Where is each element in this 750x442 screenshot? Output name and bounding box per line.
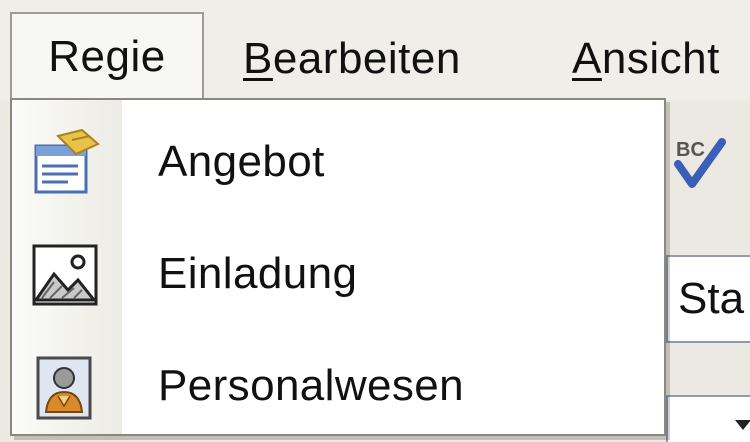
font-combo[interactable] [666, 395, 750, 442]
picture-icon [32, 244, 98, 306]
style-combo-value: Sta [678, 274, 745, 323]
menu-item-label: Einladung [158, 249, 358, 298]
style-combo[interactable]: Sta [666, 255, 750, 343]
menu-ansicht-mnemonic: A [572, 34, 602, 83]
menu-regie-label: Regie [48, 32, 166, 81]
menu-item-einladung[interactable]: Einladung [12, 218, 664, 330]
menu-item-label: Angebot [158, 137, 325, 186]
menu-bearbeiten-rest: earbeiten [272, 34, 461, 83]
application-window: Regie Bearbeiten Ansicht BC Sta Angebot … [0, 0, 750, 442]
person-icon [36, 356, 92, 420]
menu-item-label: Personalwesen [158, 361, 465, 410]
menu-bearbeiten[interactable]: Bearbeiten [243, 18, 461, 100]
chevron-down-icon[interactable] [735, 420, 750, 430]
svg-text:BC: BC [676, 139, 705, 161]
offer-form-icon [34, 128, 100, 194]
menu-item-personalwesen[interactable]: Personalwesen [12, 330, 664, 442]
menu-bearbeiten-mnemonic: B [243, 34, 273, 83]
menu-ansicht-rest: nsicht [601, 34, 720, 83]
menu-item-angebot[interactable]: Angebot [12, 106, 664, 218]
menubar: Regie Bearbeiten Ansicht [0, 0, 750, 100]
regie-dropdown-menu: Angebot Einladung Personalwesen [10, 98, 666, 436]
menu-ansicht[interactable]: Ansicht [572, 18, 720, 100]
menu-regie[interactable]: Regie [10, 12, 204, 100]
spellcheck-icon[interactable]: BC [662, 128, 732, 198]
